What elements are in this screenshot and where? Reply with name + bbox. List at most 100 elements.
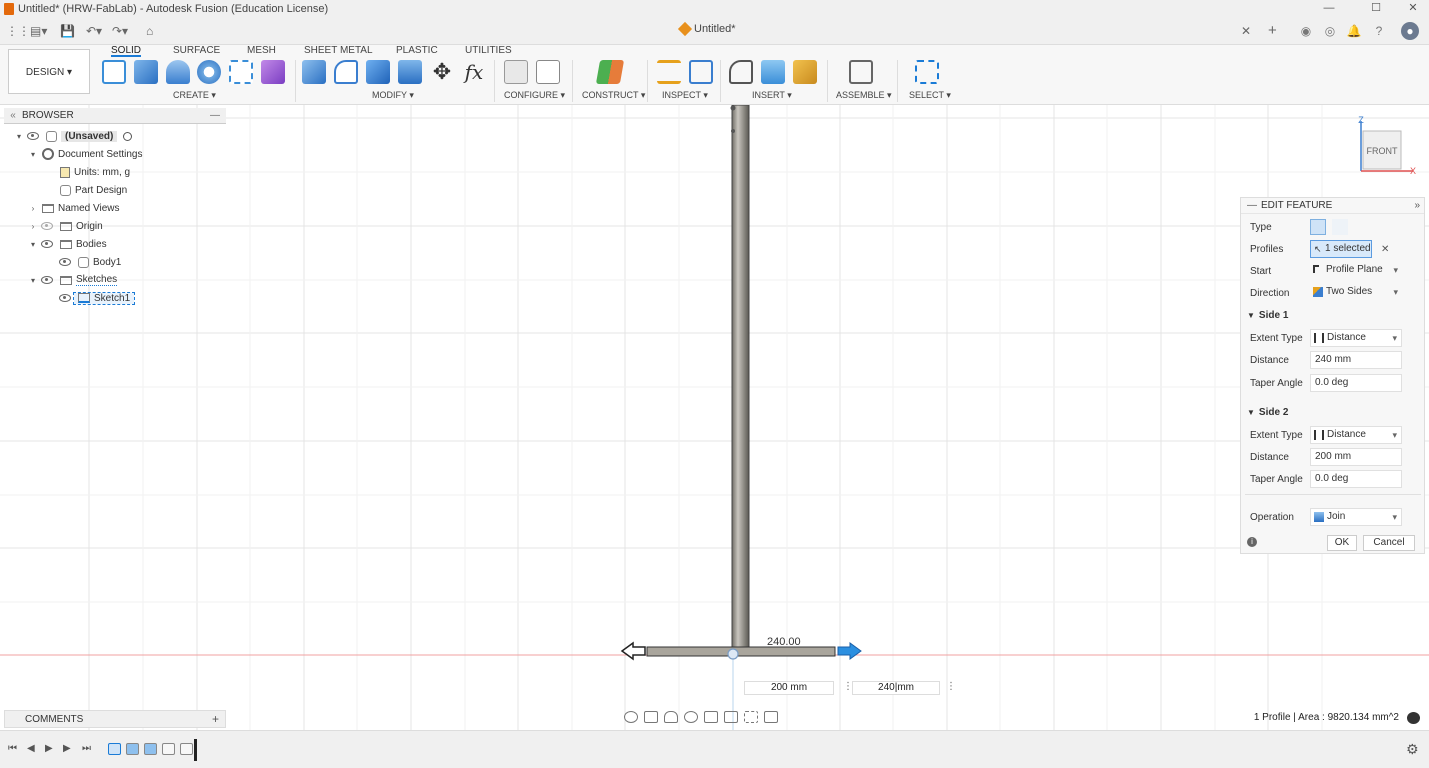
new-tab-icon[interactable]: + — [1268, 22, 1277, 40]
workspace-design-button[interactable]: DESIGN ▾ — [8, 49, 90, 94]
ok-button[interactable]: OK — [1327, 535, 1357, 551]
select-box-icon[interactable] — [915, 60, 939, 84]
tree-root[interactable]: ▾ (Unsaved) — [14, 127, 133, 145]
home-icon[interactable]: ⌂ — [146, 22, 153, 40]
side2-section[interactable]: ▼ Side 2 — [1247, 407, 1288, 418]
type-thin-icon[interactable] — [1332, 219, 1348, 235]
display-settings-icon[interactable] — [724, 711, 738, 723]
visibility-eye-icon[interactable] — [41, 222, 53, 230]
comments-panel[interactable]: COMMENTS + — [4, 710, 226, 728]
file-menu-icon[interactable]: ▤▾ — [30, 22, 47, 40]
right-extrude-arrow-icon[interactable] — [837, 642, 862, 660]
type-solid-icon[interactable] — [1310, 219, 1326, 235]
tree-units[interactable]: Units: mm, g — [56, 163, 130, 181]
clear-selection-icon[interactable]: ✕ — [1381, 244, 1389, 255]
side2-distance-field[interactable]: 200 mm — [1310, 448, 1402, 466]
side2-taper-field[interactable]: 0.0 deg — [1310, 470, 1402, 488]
job-status-icon[interactable]: ◎ — [1321, 22, 1339, 40]
tree-body1[interactable]: Body1 — [56, 253, 121, 271]
collapse-chevron-icon[interactable]: ▼ — [1247, 408, 1255, 417]
timeline-marker[interactable] — [194, 739, 197, 761]
move-copy-icon[interactable]: ✥ — [430, 60, 454, 84]
profiles-selection-button[interactable]: ↖ 1 selected — [1310, 240, 1372, 258]
activate-radio-icon[interactable] — [123, 131, 133, 141]
tab-plastic[interactable]: PLASTIC — [396, 45, 438, 57]
close-tab-icon[interactable]: ✕ — [1241, 22, 1251, 40]
combine-icon[interactable] — [366, 60, 390, 84]
step-back-icon[interactable]: ◀ — [27, 743, 35, 754]
measure-icon[interactable] — [657, 60, 681, 84]
extrude-preview-profile[interactable] — [646, 646, 836, 657]
tab-mesh[interactable]: MESH — [247, 45, 276, 57]
fillet-icon[interactable] — [334, 60, 358, 84]
go-to-end-icon[interactable]: ⏭ — [82, 743, 91, 754]
section-analysis-icon[interactable] — [689, 60, 713, 84]
new-component-icon[interactable] — [849, 60, 873, 84]
shell-icon[interactable] — [398, 60, 422, 84]
extensions-icon[interactable]: ◉ — [1297, 22, 1315, 40]
timeline-item[interactable] — [162, 743, 175, 755]
side2-extent-select[interactable]: Distance — [1310, 426, 1402, 444]
play-icon[interactable]: ▶ — [45, 743, 53, 754]
help-icon[interactable]: ? — [1370, 22, 1388, 40]
configuration-table-icon[interactable] — [536, 60, 560, 84]
body1-vertical[interactable] — [731, 105, 750, 649]
timeline-extrude-item[interactable] — [126, 743, 139, 755]
construct-menu[interactable]: CONSTRUCT ▾ — [582, 89, 645, 101]
create-menu[interactable]: CREATE ▾ — [173, 89, 216, 101]
visibility-eye-icon[interactable] — [59, 258, 71, 266]
visibility-eye-icon[interactable] — [41, 240, 53, 248]
side2-distance-input[interactable]: 200 mm — [744, 681, 834, 695]
look-at-icon[interactable] — [644, 711, 658, 723]
parameters-icon[interactable]: fx — [462, 60, 486, 84]
direction-select[interactable]: Two Sides — [1310, 284, 1402, 302]
cancel-button[interactable]: Cancel — [1363, 535, 1415, 551]
add-comment-icon[interactable]: + — [212, 712, 219, 726]
document-tab[interactable]: Untitled* — [677, 21, 736, 37]
drag-handle-icon[interactable]: ⋮ — [946, 681, 956, 692]
assemble-menu[interactable]: ASSEMBLE ▾ — [836, 89, 892, 101]
collapse-chevron-icon[interactable]: ▾ — [28, 240, 38, 249]
step-forward-icon[interactable]: ▶ — [63, 743, 71, 754]
orbit-icon[interactable] — [624, 711, 638, 723]
fit-icon[interactable] — [704, 711, 718, 723]
insert-canvas-icon[interactable] — [761, 60, 785, 84]
insert-derive-icon[interactable] — [729, 60, 753, 84]
grid-menu-icon[interactable]: ⋮⋮ — [6, 22, 30, 40]
viewports-icon[interactable] — [764, 711, 778, 723]
configure-icon[interactable] — [504, 60, 528, 84]
revolve-icon[interactable] — [166, 60, 190, 84]
expand-chevron-icon[interactable]: › — [28, 204, 38, 213]
expand-chevron-icon[interactable]: › — [28, 222, 38, 231]
pan-icon[interactable] — [664, 711, 678, 723]
collapse-chevron-icon[interactable]: ▼ — [1247, 311, 1255, 320]
press-pull-icon[interactable] — [302, 60, 326, 84]
maximize-button[interactable]: ☐ — [1360, 0, 1392, 17]
start-select[interactable]: Profile Plane — [1310, 262, 1402, 280]
side1-section[interactable]: ▼ Side 1 — [1247, 310, 1288, 321]
minimize-button[interactable]: — — [1313, 0, 1345, 17]
side1-taper-field[interactable]: 0.0 deg — [1310, 374, 1402, 392]
timeline-item[interactable] — [180, 743, 193, 755]
tab-solid[interactable]: SOLID — [111, 45, 142, 57]
viewcube[interactable]: FRONT Z X — [1357, 113, 1417, 176]
visibility-eye-icon[interactable] — [59, 294, 71, 302]
inspect-menu[interactable]: INSPECT ▾ — [662, 89, 708, 101]
configure-menu[interactable]: CONFIGURE ▾ — [504, 89, 565, 101]
visibility-eye-icon[interactable] — [41, 276, 53, 284]
zoom-icon[interactable] — [684, 711, 698, 723]
tab-utilities[interactable]: UTILITIES — [465, 45, 512, 57]
select-menu[interactable]: SELECT ▾ — [909, 89, 951, 101]
tab-surface[interactable]: SURFACE — [173, 45, 220, 57]
offset-plane-icon[interactable] — [595, 60, 625, 84]
chat-icon[interactable] — [1407, 712, 1420, 724]
collapse-panel-icon[interactable]: — — [1247, 200, 1257, 211]
visibility-eye-icon[interactable] — [27, 132, 39, 140]
side1-distance-input[interactable]: 240|mm — [852, 681, 940, 695]
tab-sheet-metal[interactable]: SHEET METAL — [304, 45, 373, 57]
side1-distance-field[interactable]: 240 mm — [1310, 351, 1402, 369]
sketch-point[interactable] — [731, 129, 735, 133]
close-window-button[interactable]: ✕ — [1397, 0, 1429, 17]
info-icon[interactable]: i — [1247, 537, 1257, 547]
insert-menu[interactable]: INSERT ▾ — [752, 89, 792, 101]
